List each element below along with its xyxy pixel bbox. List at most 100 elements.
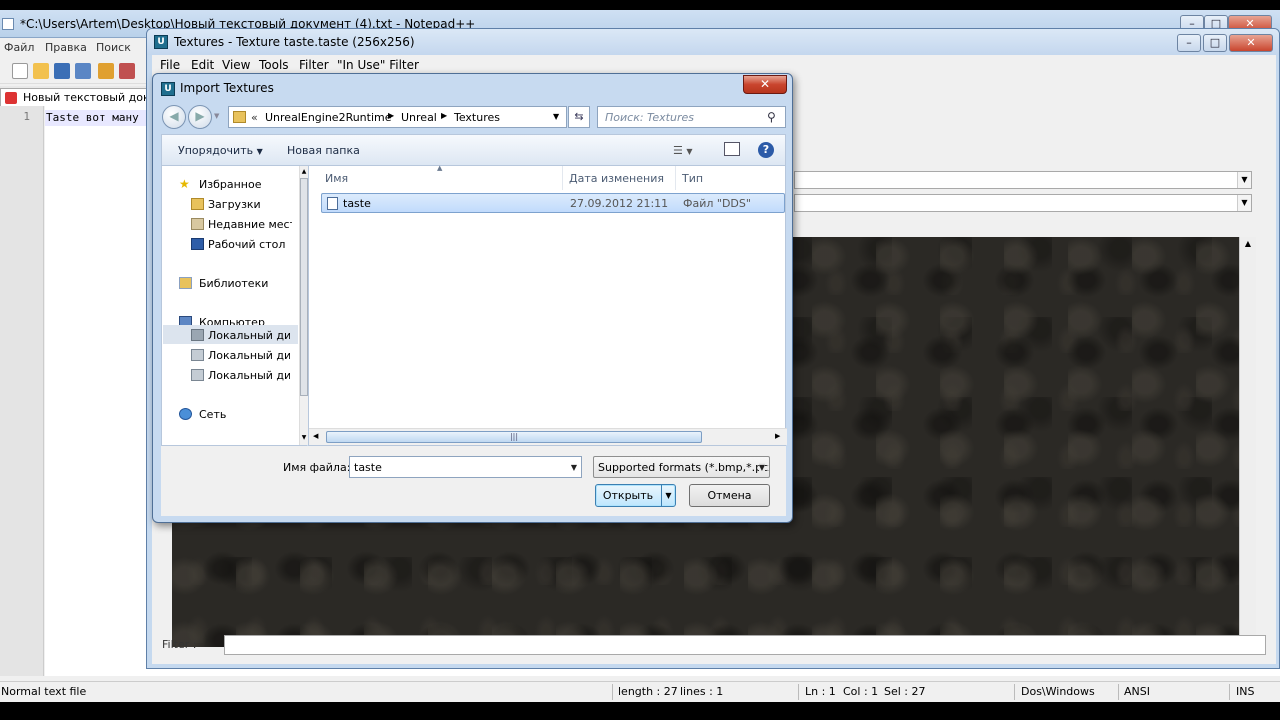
scroll-thumb[interactable]: ||| — [326, 431, 702, 443]
filename-value: taste — [354, 461, 382, 474]
search-icon[interactable]: ⚲ — [767, 110, 776, 124]
back-icon[interactable]: ◀ — [162, 105, 186, 129]
nav-desktop[interactable]: Рабочий стол — [208, 238, 285, 251]
notepad-icon — [2, 18, 14, 30]
status-bar: Normal text file length : 27 lines : 1 L… — [0, 681, 1280, 701]
scroll-thumb[interactable] — [300, 178, 308, 396]
filter-input[interactable] — [224, 635, 1266, 655]
column-separator[interactable] — [675, 166, 676, 190]
menu-edit[interactable]: Правка — [45, 41, 87, 54]
line-number-gutter: 1 — [0, 106, 44, 676]
file-row[interactable]: taste 27.09.2012 21:11 Файл "DDS" — [321, 193, 785, 213]
dialog-bottom-panel: Имя файла: taste ▼ Supported formats (*.… — [161, 446, 786, 516]
star-icon: ★ — [179, 177, 190, 191]
chevron-down-icon: ▼ — [758, 463, 765, 472]
filetype-select[interactable]: Supported formats (*.bmp,*.pcx ▼ — [593, 456, 770, 478]
chevron-down-icon[interactable]: ▼ — [571, 463, 577, 472]
menu-search[interactable]: Поиск — [96, 41, 131, 54]
filter-label: Filter : — [162, 638, 197, 651]
help-icon[interactable]: ? — [758, 142, 774, 158]
new-file-icon[interactable] — [12, 63, 28, 79]
save-all-icon[interactable] — [75, 63, 91, 79]
breadcrumb-item[interactable]: Unreal — [401, 111, 437, 124]
maximize-icon[interactable]: □ — [1203, 34, 1227, 52]
view-options-icon[interactable]: ☰ ▼ — [673, 144, 693, 157]
status-separator — [612, 684, 613, 700]
minimize-icon[interactable]: – — [1177, 34, 1201, 52]
close-icon[interactable]: ✕ — [1229, 34, 1273, 52]
nav-recent-places[interactable]: Недавние места — [208, 218, 292, 231]
tex-menu-view[interactable]: View — [222, 58, 250, 72]
tex-menu-edit[interactable]: Edit — [191, 58, 214, 72]
refresh-icon[interactable]: ⇆ — [568, 106, 590, 128]
breadcrumb-prefix[interactable]: « — [251, 111, 258, 124]
nav-local-disk[interactable]: Локальный диск — [208, 329, 290, 342]
folder-icon — [233, 111, 246, 123]
chevron-down-icon[interactable]: ▼ — [661, 485, 675, 506]
cancel-button[interactable]: Отмена — [689, 484, 770, 507]
scroll-left-icon[interactable]: ◀ — [313, 432, 318, 440]
nav-pane-scrollbar[interactable]: ▲ ▼ — [299, 166, 308, 445]
history-chevron-icon[interactable]: ▼ — [214, 112, 219, 120]
texture-browser-title: Textures - Texture taste.taste (256x256) — [174, 35, 415, 49]
tex-menu-filter[interactable]: Filter — [299, 58, 329, 72]
libraries-icon — [179, 277, 192, 289]
nav-network[interactable]: Сеть — [199, 408, 226, 421]
address-bar[interactable]: « UnrealEngine2Runtime ▶ Unreal ▶ Textur… — [228, 106, 567, 128]
drive-icon — [191, 329, 204, 341]
nav-downloads[interactable]: Загрузки — [208, 198, 261, 211]
downloads-folder-icon — [191, 198, 204, 210]
dds-file-icon — [327, 197, 338, 210]
open-folder-icon[interactable] — [33, 63, 49, 79]
column-name[interactable]: Имя — [325, 172, 348, 185]
texture-scrollbar[interactable]: ▲ ▼ — [1239, 237, 1256, 649]
drive-icon — [191, 369, 204, 381]
scroll-down-icon[interactable]: ▼ — [300, 434, 308, 441]
breadcrumb-separator-icon[interactable]: ▶ — [441, 111, 447, 120]
sort-ascending-icon: ▲ — [437, 164, 443, 172]
print-icon[interactable] — [119, 63, 135, 79]
file-list-hscrollbar[interactable]: ◀ ||| ▶ — [309, 428, 787, 445]
column-date[interactable]: Дата изменения — [569, 172, 664, 185]
organize-label: Упорядочить — [178, 144, 254, 157]
tex-menu-file[interactable]: File — [160, 58, 180, 72]
status-file-type: Normal text file — [1, 685, 87, 698]
breadcrumb-item[interactable]: Textures — [454, 111, 500, 124]
document-tab[interactable]: Новый текстовый документ — [0, 88, 150, 106]
status-insert-mode: INS — [1236, 685, 1255, 698]
group-combo[interactable]: ▼ — [794, 194, 1252, 212]
filename-label: Имя файла: — [283, 461, 351, 474]
nav-libraries[interactable]: Библиотеки — [199, 277, 268, 290]
chevron-down-icon[interactable]: ▼ — [553, 112, 559, 121]
save-icon[interactable] — [54, 63, 70, 79]
unsaved-file-icon — [5, 92, 17, 104]
chevron-down-icon: ▼ — [1237, 195, 1251, 211]
new-folder-button[interactable]: Новая папка — [287, 144, 360, 157]
scroll-right-icon[interactable]: ▶ — [775, 432, 780, 440]
organize-button[interactable]: Упорядочить ▼ — [178, 144, 263, 157]
close-file-icon[interactable] — [98, 63, 114, 79]
filename-input[interactable]: taste ▼ — [349, 456, 582, 478]
scroll-up-icon[interactable]: ▲ — [1240, 237, 1256, 251]
tex-menu-tools[interactable]: Tools — [259, 58, 289, 72]
forward-icon[interactable]: ▶ — [188, 105, 212, 129]
package-combo[interactable]: ▼ — [794, 171, 1252, 189]
editor-line[interactable]: Taste вот ману — [45, 110, 155, 126]
nav-local-disk[interactable]: Локальный диск — [208, 369, 290, 382]
breadcrumb-item[interactable]: UnrealEngine2Runtime — [265, 111, 392, 124]
dialog-navigation-bar: ◀ ▶ ▼ « UnrealEngine2Runtime ▶ Unreal ▶ … — [161, 104, 786, 130]
open-button[interactable]: Открыть ▼ — [595, 484, 676, 507]
preview-pane-icon[interactable] — [724, 142, 740, 156]
nav-favorites[interactable]: Избранное — [199, 178, 261, 191]
nav-local-disk[interactable]: Локальный диск — [208, 349, 290, 362]
search-input[interactable]: Поиск: Textures ⚲ — [597, 106, 786, 128]
tex-menu-in-use-filter[interactable]: "In Use" Filter — [337, 58, 419, 72]
column-separator[interactable] — [562, 166, 563, 190]
breadcrumb-separator-icon[interactable]: ▶ — [388, 111, 394, 120]
close-icon[interactable]: ✕ — [743, 75, 787, 94]
drive-icon — [191, 349, 204, 361]
scroll-up-icon[interactable]: ▲ — [300, 168, 308, 175]
status-lines: lines : 1 — [680, 685, 724, 698]
column-type[interactable]: Тип — [682, 172, 703, 185]
menu-file[interactable]: Файл — [4, 41, 34, 54]
